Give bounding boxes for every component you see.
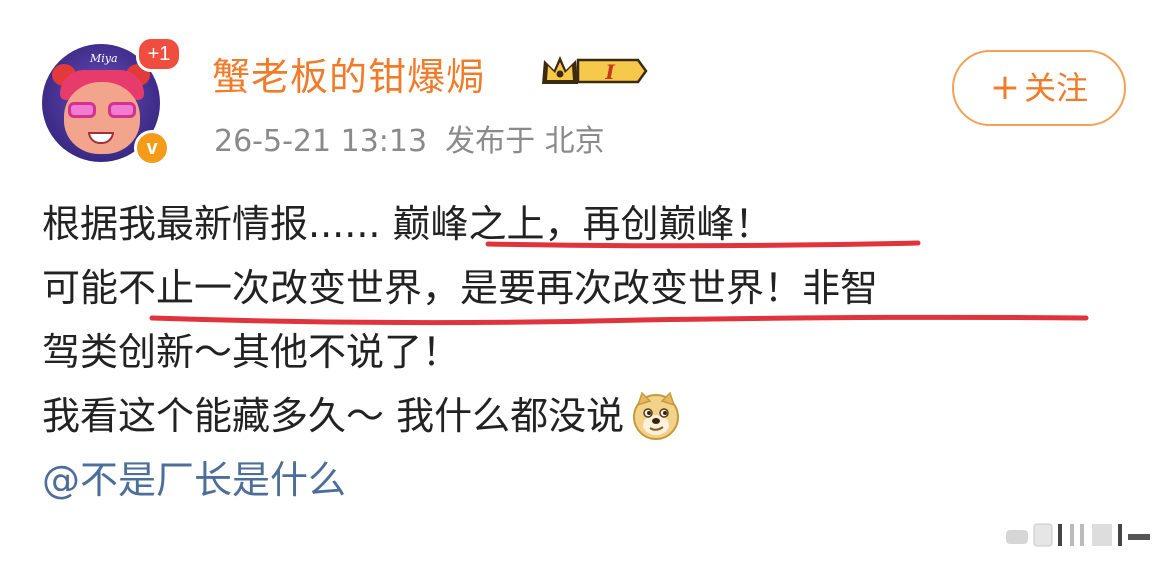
toolbar-block-3 (1092, 524, 1112, 546)
avatar-glasses (68, 102, 136, 120)
verified-v-icon: v (134, 130, 170, 166)
plus-one-badge: +1 (136, 36, 182, 72)
bottom-toolbar-icons (1006, 523, 1150, 547)
toolbar-bar-3 (1080, 524, 1084, 546)
follow-label: 关注 (1024, 69, 1089, 107)
avatar-signature: Miya (90, 52, 118, 65)
doge-emoji-icon (630, 389, 682, 441)
avatar-container[interactable]: Miya +1 v (42, 36, 182, 166)
toolbar-block-2 (1033, 523, 1053, 547)
post-meta: 26-5-21 13:13 发布于 北京 (214, 116, 605, 160)
follow-button[interactable]: + 关注 (952, 50, 1126, 126)
lens-left (68, 102, 96, 118)
post-line-4: 我看这个能藏多久～ 我什么都没说 (42, 384, 1132, 448)
toolbar-bar-4 (1118, 524, 1122, 546)
vip-level: I (604, 60, 615, 84)
post-line-1: 根据我最新情报...... 巅峰之上，再创巅峰！ (42, 202, 773, 246)
toolbar-bar-1 (1058, 524, 1062, 546)
toolbar-bar-5 (1128, 534, 1150, 540)
post-date: 26-5-21 13:13 (214, 124, 428, 159)
plus-icon: + (989, 67, 1021, 108)
post-location: 发布于 北京 (445, 124, 605, 159)
post-body: 根据我最新情报...... 巅峰之上，再创巅峰！ 可能不止一次改变世界，是要再次… (42, 192, 1132, 512)
post-line-3: 驾类创新～其他不说了！ (42, 330, 461, 374)
toolbar-bar-2 (1070, 524, 1074, 546)
vip-badge[interactable]: I (538, 50, 650, 92)
username[interactable]: 蟹老板的钳爆焗 (212, 46, 485, 101)
post-line-2: 可能不止一次改变世界，是要再次改变世界！非智 (42, 266, 879, 310)
lens-right (108, 102, 136, 118)
post-line-4-text: 我看这个能藏多久～ 我什么都没说 (42, 394, 625, 438)
crown-icon: I (542, 56, 648, 84)
mention-link[interactable]: @不是厂长是什么 (42, 448, 1132, 512)
toolbar-block-1 (1006, 530, 1028, 544)
